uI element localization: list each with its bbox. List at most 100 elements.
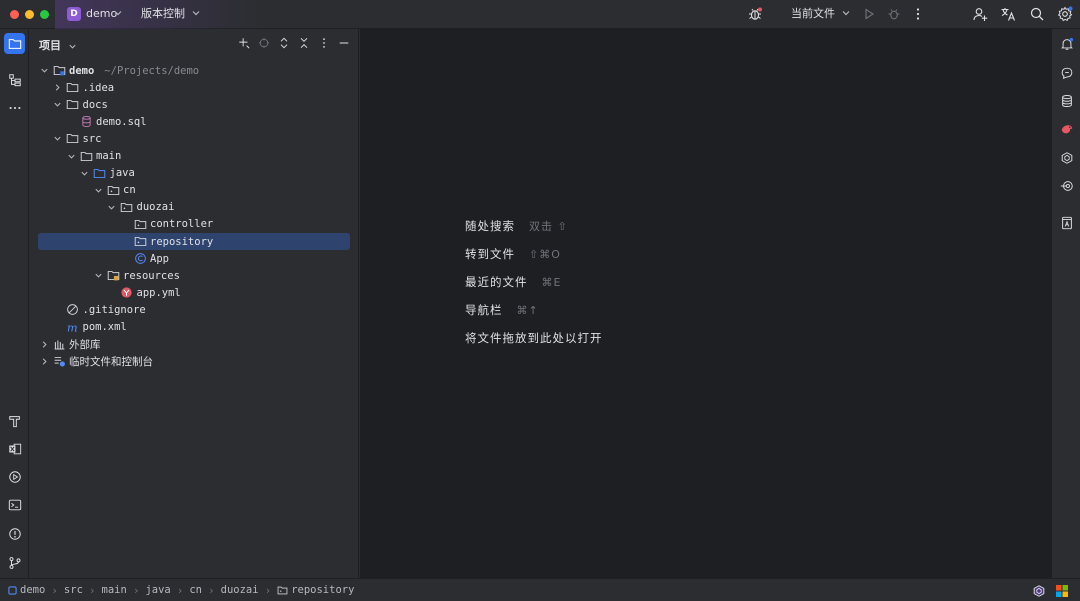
chevron-down-icon[interactable] [53,100,62,109]
debug-bug-icon[interactable] [747,6,763,22]
tree-toggle[interactable] [38,338,50,350]
breadcrumb-item[interactable]: duozai [221,584,259,596]
tree-item-app-yml[interactable]: app.yml [38,284,350,301]
new-file-button[interactable] [236,35,252,51]
expand-all-button[interactable] [276,35,292,51]
tree-item-controller[interactable]: controller [38,216,350,233]
ai-chat-button[interactable] [1056,62,1077,83]
chevron-down-icon[interactable] [107,203,116,212]
tree-item-main[interactable]: main [38,148,350,165]
tree-item-external-libraries[interactable]: 外部库 [38,336,350,353]
hint-goto-file: 转到文件 ⇧⌘O [465,247,561,261]
more-tools-button[interactable] [4,97,25,118]
tree-item-demo[interactable]: demo ~/Projects/demo [38,62,350,79]
ai-status-icon[interactable] [1032,584,1046,598]
tree-item-label: demo.sql [96,115,147,128]
chevron-down-icon[interactable] [53,134,62,143]
git-tool-button[interactable] [4,552,25,573]
breadcrumb-item[interactable]: repository [277,584,354,596]
problems-tool-button[interactable] [4,523,25,544]
plugin-button[interactable] [1056,118,1077,139]
search-icon[interactable] [1029,6,1045,22]
settings-gear-icon[interactable] [1057,6,1073,22]
ai-agent-button[interactable] [1056,147,1077,168]
breadcrumb-item[interactable]: cn [189,584,202,596]
vcs-menu[interactable]: 版本控制 [141,7,185,21]
more-vertical-icon[interactable] [910,6,926,22]
breadcrumb-item[interactable]: src [64,584,83,596]
tree-toggle[interactable] [92,270,104,282]
chevron-down-icon[interactable] [841,8,851,18]
close-window-button[interactable] [10,10,19,19]
tree-toggle[interactable] [106,201,118,213]
tree-item-src[interactable]: src [38,130,350,147]
chevron-down-icon[interactable] [67,152,76,161]
tree-item-gitignore[interactable]: .gitignore [38,301,350,318]
chevron-down-icon[interactable] [94,271,103,280]
chevron-right-icon[interactable] [40,340,49,349]
breadcrumb-item[interactable]: java [145,584,170,596]
hide-panel-button[interactable] [336,35,352,51]
chevron-down-icon[interactable] [80,169,89,178]
tree-item-App[interactable]: App [38,250,350,267]
excel-tool-button[interactable] [4,438,25,459]
tree-item-idea[interactable]: .idea [38,79,350,96]
tree-item-label: repository [150,235,214,248]
run-config-selector[interactable]: 当前文件 [791,7,835,21]
document-a-icon [1061,216,1072,229]
tree-toggle[interactable] [38,355,50,367]
chevron-right-icon[interactable] [53,83,62,92]
tree-item-pom-xml[interactable]: m pom.xml [38,319,350,336]
collapse-all-button[interactable] [296,35,312,51]
windows-grid-icon[interactable] [1056,585,1068,597]
tree-toggle[interactable] [52,133,64,145]
panel-options-button[interactable] [316,35,332,51]
reader-mode-button[interactable] [1056,212,1077,233]
tree-item-docs[interactable]: docs [38,96,350,113]
panel-title[interactable]: 项目 [39,37,77,53]
breadcrumb-item[interactable]: main [102,584,127,596]
tree-item-repository[interactable]: repository [38,233,350,250]
run-icon[interactable] [861,6,877,22]
minimize-window-button[interactable] [25,10,34,19]
chevron-right-icon[interactable] [40,357,49,366]
project-badge[interactable]: D [67,7,81,21]
chevron-down-icon[interactable] [68,42,77,51]
chevron-down-icon[interactable] [94,186,103,195]
tree-toggle[interactable] [38,65,50,77]
tree-item-label: App [150,252,169,265]
tree-toggle[interactable] [79,167,91,179]
tree-toggle[interactable] [52,99,64,111]
add-user-icon[interactable] [972,6,988,22]
endpoints-button[interactable] [1056,175,1077,196]
terminal-tool-button[interactable] [4,494,25,515]
tree-item-demo-sql[interactable]: demo.sql [38,113,350,130]
breadcrumb-item[interactable]: demo [8,584,45,596]
zoom-window-button[interactable] [40,10,49,19]
build-tool-button[interactable] [4,410,25,431]
tree-item-duozai[interactable]: duozai [38,199,350,216]
chevron-down-icon[interactable] [191,8,201,18]
notifications-button[interactable] [1056,33,1077,54]
translate-icon[interactable] [1000,6,1016,22]
database-button[interactable] [1056,90,1077,111]
locate-file-button[interactable] [256,35,272,51]
tree-toggle[interactable] [52,82,64,94]
services-tool-button[interactable] [4,466,25,487]
tree-item-java[interactable]: java [38,165,350,182]
chevron-down-icon[interactable] [113,8,123,18]
package-icon [133,217,147,231]
tree-item-scratches[interactable]: 临时文件和控制台 [38,353,350,370]
chevron-down-icon[interactable] [40,66,49,75]
tree-toggle[interactable] [92,184,104,196]
tree-item-label: duozai [136,201,175,214]
project-tool-button[interactable] [4,33,25,54]
tree-item-resources[interactable]: resources [38,267,350,284]
tree-toggle[interactable] [65,150,77,162]
editor-empty-area[interactable]: 随处搜索 双击 ⇧ 转到文件 ⇧⌘O 最近的文件 ⌘E 导航栏 ⌘↑ 将文件拖放… [360,29,1051,578]
package-icon [120,200,134,214]
tree-item-cn[interactable]: cn [38,182,350,199]
warning-circle-icon [8,527,21,540]
debug-icon[interactable] [886,6,902,22]
structure-tool-button[interactable] [4,69,25,90]
